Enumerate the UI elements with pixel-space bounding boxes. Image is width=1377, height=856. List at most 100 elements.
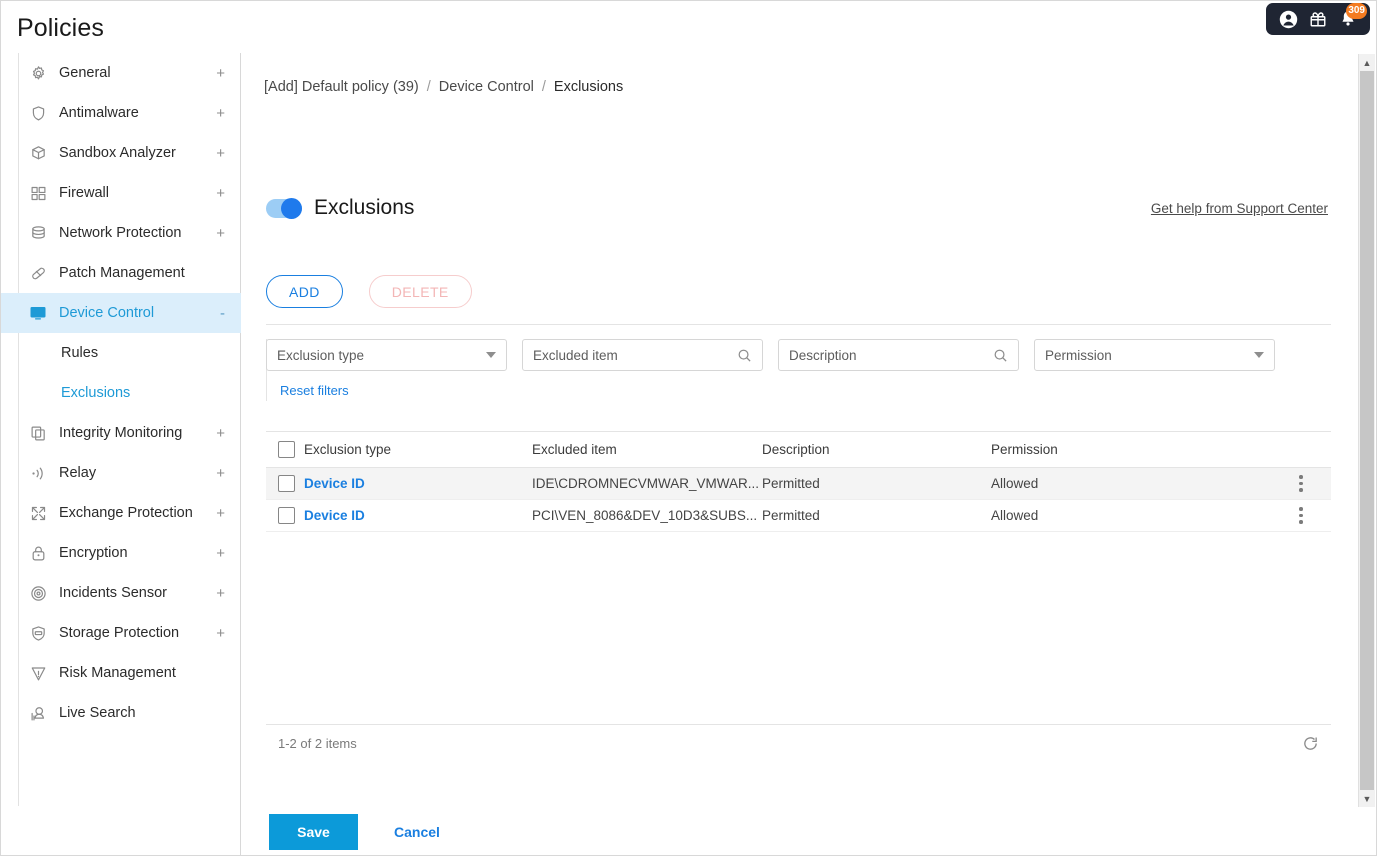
exclusion-type-filter[interactable]: Exclusion type <box>266 339 507 371</box>
sidebar-item-label: Live Search <box>59 705 136 721</box>
column-header-exclusion-type[interactable]: Exclusion type <box>304 432 532 468</box>
excluded-item-filter[interactable]: Excluded item <box>522 339 763 371</box>
sidebar-item-label: Storage Protection <box>59 625 179 641</box>
sidebar-expander-icon[interactable]: + <box>216 466 225 481</box>
sidebar-item-label: Integrity Monitoring <box>59 425 182 441</box>
scrollbar-thumb[interactable] <box>1360 71 1374 790</box>
sidebar-item-live-search[interactable]: Live Search <box>1 693 241 733</box>
section-header: Exclusions <box>266 196 414 220</box>
sidebar-item-storage-protection[interactable]: Storage Protection + <box>1 613 241 653</box>
toggle-knob <box>281 198 302 219</box>
sidebar-item-sandbox-analyzer[interactable]: Sandbox Analyzer + <box>1 133 241 173</box>
sidebar-item-patch-management[interactable]: Patch Management <box>1 253 241 293</box>
exclusion-type-link[interactable]: Device ID <box>304 508 365 523</box>
storage-icon <box>27 623 49 643</box>
add-button[interactable]: ADD <box>266 275 343 308</box>
cell-exclusion-type: Device ID <box>304 500 532 532</box>
sidebar-item-label: Risk Management <box>59 665 176 681</box>
sidebar-expander-icon[interactable]: - <box>220 306 225 321</box>
sidebar-expander-icon[interactable]: + <box>216 146 225 161</box>
sidebar-item-antimalware[interactable]: Antimalware + <box>1 93 241 133</box>
column-header-permission[interactable]: Permission <box>991 432 1271 468</box>
column-header-actions <box>1271 432 1331 468</box>
breadcrumb-item-exclusions: Exclusions <box>554 79 623 95</box>
delete-button: DELETE <box>369 275 472 308</box>
cell-excluded-item: IDE\CDROMNECVMWAR_VMWAR... <box>532 468 762 500</box>
chevron-down-icon <box>1254 352 1264 358</box>
cell-permission: Allowed <box>991 468 1271 500</box>
layers-icon <box>27 223 49 243</box>
target-icon <box>27 583 49 603</box>
sidebar-item-label: Device Control <box>59 305 154 321</box>
chevron-down-icon <box>486 352 496 358</box>
row-checkbox[interactable] <box>278 507 295 524</box>
reset-filters-link[interactable]: Reset filters <box>280 383 349 398</box>
sidebar-item-label: Patch Management <box>59 265 185 281</box>
sidebar-item-firewall[interactable]: Firewall+ <box>1 173 241 213</box>
pagination-count: 1-2 of 2 items <box>266 736 357 751</box>
cell-description: Permitted <box>762 468 991 500</box>
exclusions-table: Exclusion type Excluded item Description… <box>266 431 1331 532</box>
sidebar-item-device-control[interactable]: Device Control - <box>1 293 241 333</box>
scroll-up-arrow[interactable]: ▲ <box>1359 54 1375 71</box>
select-all-checkbox[interactable] <box>278 441 295 458</box>
sidebar-expander-icon[interactable]: + <box>216 546 225 561</box>
sidebar-item-label: Encryption <box>59 545 128 561</box>
table-row[interactable]: Device ID IDE\CDROMNECVMWAR_VMWAR...Permi… <box>266 468 1331 500</box>
sidebar-item-relay[interactable]: Relay + <box>1 453 241 493</box>
top-right-toolbar: 309 <box>1266 3 1370 35</box>
refresh-icon[interactable] <box>1302 735 1319 752</box>
page-title: Policies <box>17 14 104 43</box>
user-icon[interactable] <box>1275 6 1301 32</box>
sidebar-item-network-protection[interactable]: Network Protection+ <box>1 213 241 253</box>
kebab-menu-icon[interactable] <box>1271 475 1331 492</box>
sidebar-subitem-rules[interactable]: Rules <box>1 333 241 373</box>
sidebar-subitem-exclusions[interactable]: Exclusions <box>1 373 241 413</box>
sidebar-expander-icon[interactable]: + <box>216 586 225 601</box>
sidebar-nav-list: General+Antimalware+Sandbox Analyzer+Fir… <box>1 53 241 733</box>
sidebar-expander-icon[interactable]: + <box>216 226 225 241</box>
sidebar-expander-icon[interactable]: + <box>216 186 225 201</box>
kebab-menu-icon[interactable] <box>1271 507 1331 524</box>
sidebar-item-label: Incidents Sensor <box>59 585 167 601</box>
patch-icon <box>27 263 49 283</box>
breadcrumb-item-device-control[interactable]: Device Control <box>439 79 534 95</box>
breadcrumb-item-policy[interactable]: [Add] Default policy (39) <box>264 79 419 95</box>
vertical-scrollbar[interactable]: ▲ ▼ <box>1358 54 1375 807</box>
table-row[interactable]: Device IDPCI\VEN_8086&DEV_10D3&SUBS...Pe… <box>266 500 1331 532</box>
support-center-link[interactable]: Get help from Support Center <box>1151 201 1328 216</box>
sidebar-expander-icon[interactable]: + <box>216 106 225 121</box>
sidebar-expander-icon[interactable]: + <box>216 626 225 641</box>
sidebar-item-general[interactable]: General + <box>1 53 241 93</box>
sidebar-item-risk-management[interactable]: Risk Management <box>1 653 241 693</box>
save-button[interactable]: Save <box>269 814 358 850</box>
cell-description: Permitted <box>762 500 991 532</box>
live-search-icon <box>27 703 49 723</box>
sidebar-expander-icon[interactable]: + <box>216 426 225 441</box>
notification-badge: 309 <box>1346 3 1367 19</box>
sidebar-expander-icon[interactable]: + <box>216 66 225 81</box>
sidebar-item-incidents-sensor[interactable]: Incidents Sensor + <box>1 573 241 613</box>
permission-filter-label: Permission <box>1045 348 1254 363</box>
exclusion-type-link[interactable]: Device ID <box>304 476 365 491</box>
row-checkbox[interactable] <box>278 475 295 492</box>
sidebar-item-label: Relay <box>59 465 96 481</box>
sidebar-item-exchange-protection[interactable]: Exchange Protection+ <box>1 493 241 533</box>
bell-icon[interactable]: 309 <box>1335 6 1361 32</box>
column-header-excluded-item[interactable]: Excluded item <box>532 432 762 468</box>
shield-icon <box>27 103 49 123</box>
sidebar-item-label: General <box>59 65 111 81</box>
sidebar-expander-icon[interactable]: + <box>216 506 225 521</box>
description-filter[interactable]: Description <box>778 339 1019 371</box>
sidebar-item-integrity-monitoring[interactable]: Integrity Monitoring + <box>1 413 241 453</box>
cancel-button[interactable]: Cancel <box>394 824 440 840</box>
gift-icon[interactable] <box>1305 6 1331 32</box>
sidebar-item-label: Antimalware <box>59 105 139 121</box>
scroll-down-arrow[interactable]: ▼ <box>1359 790 1375 807</box>
exclusions-toggle[interactable] <box>266 199 302 218</box>
permission-filter[interactable]: Permission <box>1034 339 1275 371</box>
column-header-description[interactable]: Description <box>762 432 991 468</box>
sidebar-item-encryption[interactable]: Encryption + <box>1 533 241 573</box>
sidebar-item-label: Sandbox Analyzer <box>59 145 176 161</box>
monitor-icon <box>27 303 49 323</box>
